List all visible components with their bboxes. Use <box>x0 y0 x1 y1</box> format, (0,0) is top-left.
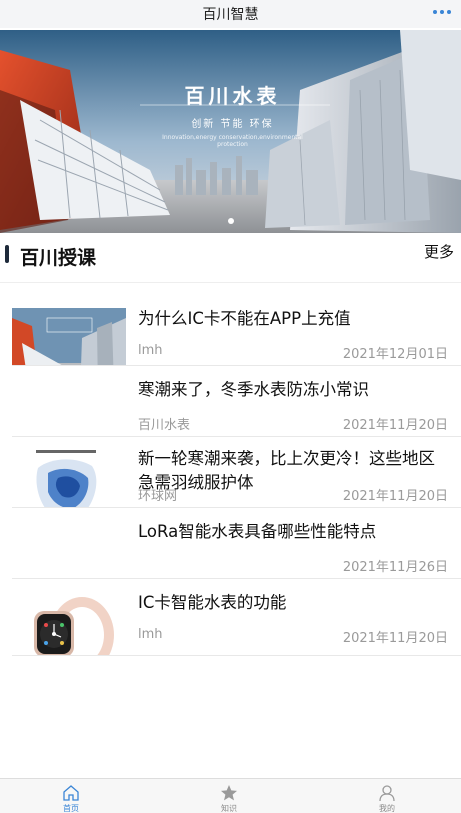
tab-home-label: 首页 <box>63 804 79 813</box>
article-date: 2021年11月20日 <box>342 418 448 433</box>
article-item[interactable]: 为什么IC卡不能在APP上充值 lmh 2021年12月01日 <box>12 295 461 366</box>
app-title: 百川智慧 <box>202 7 259 23</box>
more-link[interactable]: 更多 <box>424 241 454 262</box>
carousel-dot[interactable] <box>228 218 234 224</box>
article-item[interactable]: 寒潮来了，冬季水表防冻小常识 百川水表 2021年11月20日 <box>12 366 461 437</box>
tab-home[interactable]: 首页 <box>21 779 121 813</box>
article-author: 百川水表 <box>138 418 191 433</box>
article-title: IC卡智能水表的功能 <box>138 593 287 612</box>
title-bar: 百川智慧 <box>0 0 461 28</box>
weather-map-icon <box>30 448 106 507</box>
bottom-tab-bar: 首页 知识 我的 <box>0 778 461 813</box>
more-options-icon[interactable] <box>431 1 453 23</box>
article-item[interactable]: IC卡智能水表的功能 lmh 2021年11月20日 <box>12 579 461 656</box>
article-date: 2021年12月01日 <box>342 347 448 362</box>
tab-knowledge-label: 知识 <box>221 804 237 813</box>
star-icon <box>221 785 237 801</box>
article-title: LoRa智能水表具备哪些性能特点 <box>138 522 377 541</box>
article-date: 2021年11月20日 <box>342 631 448 646</box>
article-author: lmh <box>138 627 163 642</box>
article-title: 为什么IC卡不能在APP上充值 <box>138 309 351 328</box>
banner-title: 百川水表 <box>184 84 281 108</box>
article-date: 2021年11月26日 <box>342 560 448 575</box>
building-banner-icon <box>12 308 126 365</box>
article-author: 环球网 <box>138 489 178 504</box>
banner-caption: 百川水表 创新 节能 环保 Innovation,energy conserva… <box>150 80 315 148</box>
banner-english: Innovation,energy conservation,environme… <box>162 134 303 148</box>
banner-subtitle: 创新 节能 环保 <box>191 119 274 130</box>
section-title: 百川授课 <box>20 247 97 269</box>
article-date: 2021年11月20日 <box>342 489 448 504</box>
banner-carousel[interactable]: 百川水表 创新 节能 环保 Innovation,energy conserva… <box>0 30 461 233</box>
section-header: 百川授课 更多 <box>0 233 461 283</box>
section-accent-bar <box>5 245 9 263</box>
article-author: lmh <box>138 343 163 358</box>
user-icon <box>379 785 395 802</box>
article-title: 寒潮来了，冬季水表防冻小常识 <box>138 380 369 399</box>
smartwatch-icon <box>26 595 116 655</box>
home-icon <box>63 785 79 801</box>
tab-knowledge[interactable]: 知识 <box>179 779 279 813</box>
tab-profile[interactable]: 我的 <box>337 779 437 813</box>
article-item[interactable]: 新一轮寒潮来袭，比上次更冷！这些地区急需羽绒服护体 环球网 2021年11月20… <box>12 437 461 508</box>
article-item[interactable]: LoRa智能水表具备哪些性能特点 2021年11月26日 <box>12 508 461 579</box>
tab-profile-label: 我的 <box>379 804 395 813</box>
